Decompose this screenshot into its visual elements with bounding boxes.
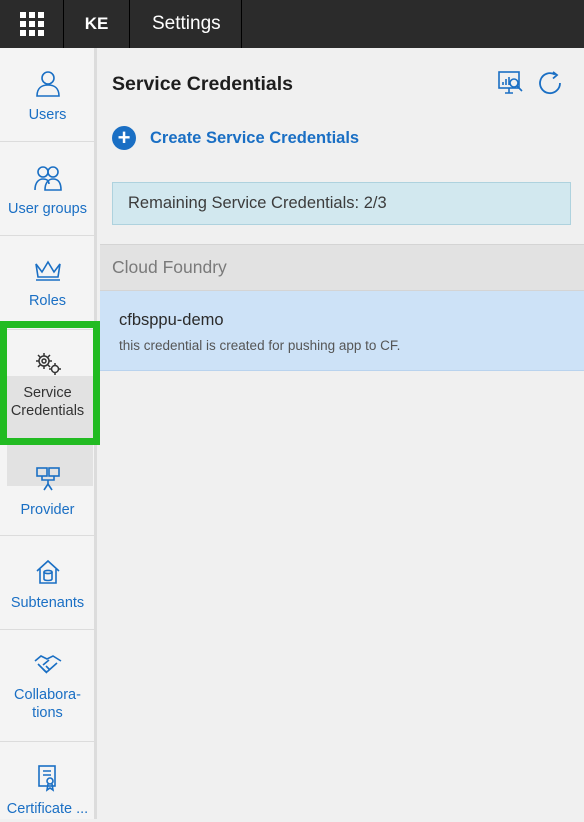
sidebar-item-user-groups[interactable]: User groups: [0, 142, 95, 236]
create-service-credentials-button[interactable]: + Create Service Credentials: [112, 126, 359, 150]
top-bar: KE Settings: [0, 0, 584, 48]
sidebar-item-label: Service Credentials: [10, 385, 85, 419]
app-grid-icon: [19, 12, 44, 36]
app-title: Settings: [130, 0, 242, 48]
sidebar-item-label: Users: [28, 107, 67, 123]
user-icon: [35, 71, 60, 97]
credential-name: cfbsppu-demo: [119, 311, 224, 329]
user-group-icon: [33, 166, 62, 191]
plus-circle-icon: +: [112, 126, 136, 150]
create-label: Create Service Credentials: [150, 128, 360, 147]
credential-description: this credential is created for pushing a…: [119, 338, 401, 353]
handshake-icon: [33, 655, 61, 674]
tenant-badge[interactable]: KE: [64, 0, 130, 48]
sidebar-item-subtenants[interactable]: Subtenants: [0, 536, 95, 630]
sidebar-item-collaborations[interactable]: Collabora-tions: [0, 630, 95, 742]
page-title: Service Credentials: [112, 73, 294, 95]
sidebar-item-label: Collabora-tions: [14, 687, 81, 721]
provider-icon: [35, 467, 60, 491]
sidebar: Users User groups Roles Service Credenti…: [0, 48, 97, 819]
sidebar-item-label: Subtenants: [10, 595, 85, 611]
crown-icon: [34, 260, 61, 281]
sidebar-item-label: Roles: [28, 293, 67, 309]
credential-list-item[interactable]: cfbsppu-demo this credential is created …: [100, 291, 584, 371]
sidebar-item-certificates[interactable]: Certificate ...: [0, 742, 95, 822]
house-database-icon: [35, 559, 60, 584]
sidebar-item-service-credentials[interactable]: Service Credentials: [0, 330, 95, 442]
sidebar-item-label: User groups: [8, 201, 87, 217]
main-panel: Service Credentials + Create Service Cre…: [100, 48, 584, 819]
sidebar-item-label: Certificate ...: [6, 801, 89, 817]
gears-key-icon: [35, 353, 61, 375]
sidebar-item-users[interactable]: Users: [0, 48, 95, 142]
group-header: Cloud Foundry: [100, 244, 584, 291]
monitor-search-icon[interactable]: [497, 70, 525, 96]
sidebar-item-label: Provider: [20, 502, 75, 518]
certificate-icon: [37, 765, 56, 792]
refresh-icon[interactable]: [537, 70, 565, 96]
sidebar-item-roles[interactable]: Roles: [0, 236, 95, 330]
sidebar-item-provider[interactable]: Provider: [0, 442, 95, 536]
app-launcher-button[interactable]: [0, 0, 64, 48]
remaining-credentials-info: Remaining Service Credentials: 2/3: [112, 182, 571, 225]
